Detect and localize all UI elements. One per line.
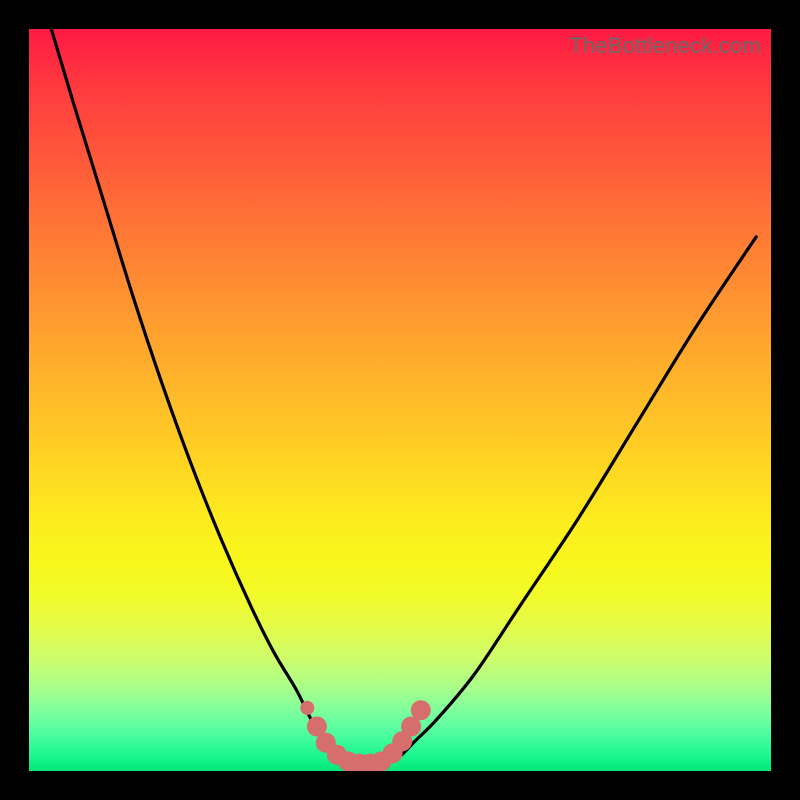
bottleneck-curve: [51, 29, 756, 764]
curve-marker: [411, 700, 431, 720]
chart-frame: TheBottleneck.com: [0, 0, 800, 800]
marker-group: [300, 700, 431, 771]
chart-svg: [29, 29, 771, 771]
curve-marker: [300, 701, 314, 715]
plot-area: TheBottleneck.com: [29, 29, 771, 771]
